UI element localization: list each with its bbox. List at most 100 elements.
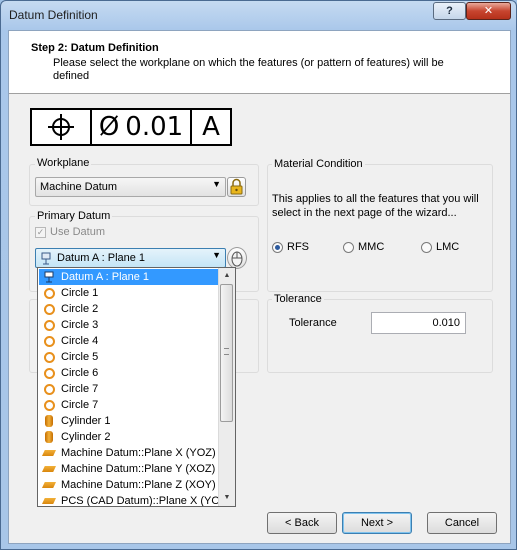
primary-datum-value: Datum A : Plane 1 bbox=[57, 252, 146, 264]
dropdown-item-label: Circle 6 bbox=[61, 367, 99, 379]
tolerance-group-label: Tolerance bbox=[272, 293, 324, 305]
primary-datum-dropdown[interactable]: Datum A : Plane 1 Circle 1 Circle 2 Circle … bbox=[37, 267, 236, 507]
tolerance-group bbox=[267, 299, 493, 373]
wizard-header: Step 2: Datum Definition Please select t… bbox=[9, 31, 510, 94]
primary-datum-label: Primary Datum bbox=[35, 210, 113, 222]
cylinder-icon bbox=[42, 430, 56, 444]
circle-icon bbox=[42, 286, 56, 300]
dialog-window: Datum Definition ? ✕ Step 2: Datum Defin… bbox=[0, 0, 517, 550]
dropdown-item[interactable]: PCS (CAD Datum)::Plane X (YOZ) bbox=[39, 493, 230, 506]
scroll-thumb[interactable] bbox=[220, 284, 233, 422]
pick-datum-button[interactable] bbox=[227, 247, 247, 269]
dropdown-item[interactable]: Circle 3 bbox=[39, 317, 218, 333]
radio-icon bbox=[343, 241, 354, 253]
circle-icon bbox=[42, 318, 56, 332]
dropdown-item-label: Cylinder 2 bbox=[61, 431, 111, 443]
dropdown-item-label: Circle 7 bbox=[61, 399, 99, 411]
radio-mmc[interactable]: MMC bbox=[343, 241, 384, 253]
dropdown-item-label: Circle 4 bbox=[61, 335, 99, 347]
dropdown-item[interactable]: Circle 2 bbox=[39, 301, 218, 317]
dropdown-item-label: Circle 7 bbox=[61, 383, 99, 395]
tolerance-field-label: Tolerance bbox=[289, 317, 337, 329]
material-condition-group bbox=[267, 164, 493, 292]
dialog-client-area: Step 2: Datum Definition Please select t… bbox=[8, 30, 511, 544]
cancel-button[interactable]: Cancel bbox=[427, 512, 497, 534]
plane-icon bbox=[42, 446, 56, 460]
check-icon: ✓ bbox=[35, 226, 46, 238]
radio-lmc[interactable]: LMC bbox=[421, 241, 459, 253]
datum-icon bbox=[41, 252, 51, 265]
use-datum-label: Use Datum bbox=[50, 226, 106, 238]
feature-control-frame: Ø 0.01 A bbox=[30, 108, 232, 146]
circle-icon bbox=[42, 350, 56, 364]
material-condition-label: Material Condition bbox=[272, 158, 365, 170]
cylinder-icon bbox=[42, 414, 56, 428]
dropdown-item[interactable]: Circle 4 bbox=[39, 333, 218, 349]
datum-icon bbox=[42, 270, 56, 284]
primary-datum-select[interactable]: Datum A : Plane 1 ▼ bbox=[35, 248, 226, 268]
dropdown-item-label: Circle 5 bbox=[61, 351, 99, 363]
dropdown-item-label: Circle 1 bbox=[61, 287, 99, 299]
fcf-tolerance-value: 0.01 bbox=[125, 112, 184, 142]
dropdown-item-label: Datum A : Plane 1 bbox=[61, 271, 150, 283]
back-button[interactable]: < Back bbox=[267, 512, 337, 534]
dropdown-item[interactable]: Circle 7 bbox=[39, 397, 218, 413]
use-datum-checkbox[interactable]: ✓ Use Datum bbox=[35, 226, 105, 238]
circle-icon bbox=[42, 398, 56, 412]
dropdown-item[interactable]: Datum A : Plane 1 bbox=[39, 269, 218, 285]
radio-mmc-label: MMC bbox=[358, 241, 385, 253]
help-button[interactable]: ? bbox=[433, 2, 466, 20]
close-button[interactable]: ✕ bbox=[466, 2, 511, 20]
tolerance-input[interactable]: 0.010 bbox=[371, 312, 466, 334]
radio-icon bbox=[272, 241, 283, 253]
circle-icon bbox=[42, 334, 56, 348]
step-description: Please select the workplane on which the… bbox=[53, 57, 444, 82]
chevron-down-icon: ▼ bbox=[212, 179, 221, 189]
dropdown-item[interactable]: Machine Datum::Plane Y (XOZ) bbox=[39, 461, 218, 477]
dropdown-item-label: Circle 2 bbox=[61, 303, 99, 315]
plane-icon bbox=[42, 494, 56, 506]
dropdown-item[interactable]: Circle 5 bbox=[39, 349, 218, 365]
dropdown-item-label: Machine Datum::Plane Y (XOZ) bbox=[61, 463, 216, 475]
lock-icon bbox=[230, 178, 243, 195]
mouse-icon bbox=[231, 251, 243, 267]
circle-icon bbox=[42, 366, 56, 380]
dropdown-scrollbar[interactable]: ▲ ▼ bbox=[218, 268, 235, 506]
dropdown-item-label: PCS (CAD Datum)::Plane X (YOZ) bbox=[61, 495, 231, 507]
dropdown-item-label: Machine Datum::Plane Z (XOY) bbox=[61, 479, 216, 491]
plane-icon bbox=[42, 462, 56, 476]
radio-icon bbox=[421, 241, 432, 253]
scroll-down-icon[interactable]: ▼ bbox=[219, 490, 235, 506]
window-title: Datum Definition bbox=[9, 8, 98, 22]
step-title: Step 2: Datum Definition bbox=[31, 42, 159, 54]
dropdown-item[interactable]: Machine Datum::Plane Z (XOY) bbox=[39, 477, 218, 493]
lock-button[interactable] bbox=[227, 177, 246, 197]
material-condition-description: This applies to all the features that yo… bbox=[272, 193, 479, 219]
workplane-value: Machine Datum bbox=[40, 181, 118, 193]
dropdown-item-label: Machine Datum::Plane X (YOZ) bbox=[61, 447, 216, 459]
circle-icon bbox=[42, 302, 56, 316]
next-button[interactable]: Next > bbox=[342, 512, 412, 534]
chevron-down-icon: ▼ bbox=[212, 250, 221, 260]
dropdown-item[interactable]: Machine Datum::Plane X (YOZ) bbox=[39, 445, 218, 461]
circle-icon bbox=[42, 382, 56, 396]
dropdown-item[interactable]: Circle 7 bbox=[39, 381, 218, 397]
position-symbol-icon bbox=[32, 110, 92, 144]
grip-icon bbox=[224, 348, 229, 355]
dropdown-item[interactable]: Circle 1 bbox=[39, 285, 218, 301]
dropdown-item-label: Cylinder 1 bbox=[61, 415, 111, 427]
scroll-up-icon[interactable]: ▲ bbox=[219, 268, 235, 284]
workplane-label: Workplane bbox=[35, 157, 92, 169]
dropdown-item-label: Circle 3 bbox=[61, 319, 99, 331]
radio-rfs[interactable]: RFS bbox=[272, 241, 309, 253]
plane-icon bbox=[42, 478, 56, 492]
workplane-select[interactable]: Machine Datum ▼ bbox=[35, 177, 226, 197]
tolerance-cell: Ø 0.01 bbox=[92, 110, 192, 144]
dropdown-item[interactable]: Cylinder 1 bbox=[39, 413, 218, 429]
dropdown-item[interactable]: Cylinder 2 bbox=[39, 429, 218, 445]
dropdown-item[interactable]: Circle 6 bbox=[39, 365, 218, 381]
diameter-symbol-icon: Ø bbox=[98, 112, 120, 142]
fcf-datum-letter: A bbox=[202, 112, 220, 142]
radio-lmc-label: LMC bbox=[436, 241, 460, 253]
tolerance-value: 0.010 bbox=[432, 317, 460, 329]
